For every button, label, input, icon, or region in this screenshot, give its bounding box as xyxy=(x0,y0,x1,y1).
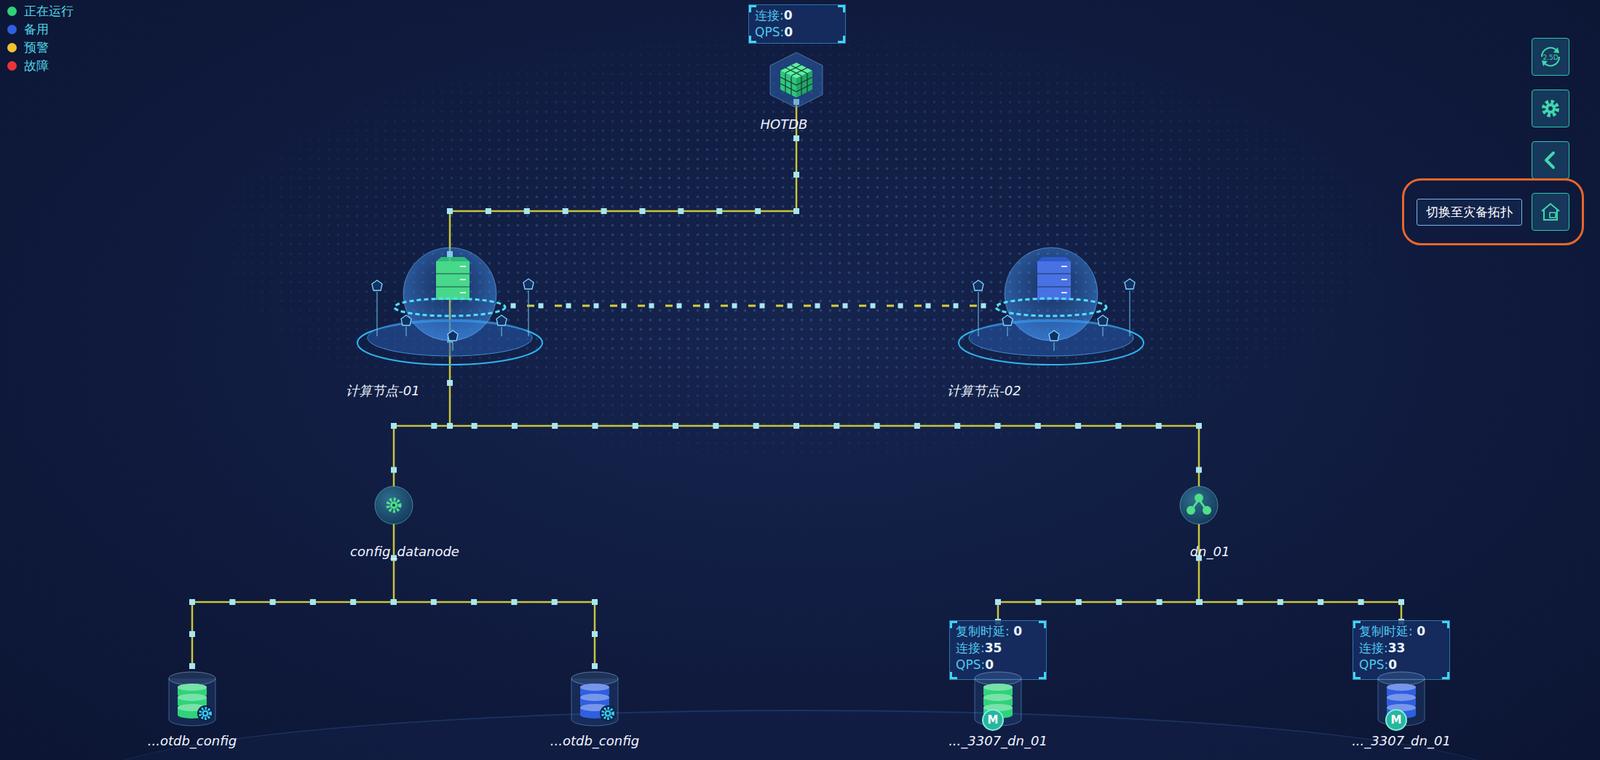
compute-node-label: 计算节点-01 xyxy=(345,382,420,400)
config-gear-icon[interactable] xyxy=(373,484,415,526)
datanode-share-icon[interactable] xyxy=(1178,484,1220,526)
legend-dot xyxy=(7,42,17,53)
database-node[interactable] xyxy=(164,668,220,730)
member-stats: 复制时延: 0连接:33QPS:0 xyxy=(1352,620,1451,680)
database-label: ...otdb_config xyxy=(550,733,640,749)
legend-dot xyxy=(7,24,17,35)
legend-dot xyxy=(7,61,17,71)
switch-topology-button[interactable]: 切换至灾备拓扑 xyxy=(1416,198,1523,226)
legend-item: 正在运行 xyxy=(7,2,74,20)
database-node[interactable]: M xyxy=(970,668,1026,730)
database-node[interactable]: M xyxy=(1373,668,1429,730)
database-icon xyxy=(164,668,220,730)
legend-item: 预警 xyxy=(7,39,74,57)
compute-node-label: 计算节点-02 xyxy=(947,382,1021,400)
chevron-left-icon xyxy=(1539,149,1562,172)
database-label: ...otdb_config xyxy=(147,733,237,749)
compute-node-icon[interactable] xyxy=(956,243,1146,367)
database-label: ..._3307_dn_01 xyxy=(1351,733,1451,749)
topology-screen: 正在运行 备用 预警 故障 连接:0QPS:0 HOTDB 计算节点-01 计算… xyxy=(0,0,1600,760)
refresh-view-icon: 2.5D xyxy=(1538,44,1563,70)
tool-button[interactable] xyxy=(1531,89,1570,128)
group-label: config_datanode xyxy=(350,543,460,560)
tool-button[interactable] xyxy=(1531,192,1570,231)
legend-item: 故障 xyxy=(7,57,74,75)
toolbar: 2.5D 切换至灾备拓扑 xyxy=(1416,37,1570,231)
group-label: dn_01 xyxy=(1190,543,1231,560)
switch-topology-row: 切换至灾备拓扑 xyxy=(1416,192,1570,231)
gear-icon xyxy=(1539,97,1562,120)
database-node[interactable] xyxy=(567,668,623,730)
hotdb-cube-icon[interactable] xyxy=(767,50,826,110)
tool-button[interactable] xyxy=(1531,141,1570,180)
tool-button[interactable]: 2.5D xyxy=(1531,37,1570,76)
database-icon xyxy=(567,668,623,730)
floor-platform xyxy=(87,709,1515,760)
master-badge: M xyxy=(981,709,1004,731)
master-badge: M xyxy=(1385,709,1408,731)
svg-text:2.5D: 2.5D xyxy=(1542,53,1558,62)
member-stats: 复制时延: 0连接:35QPS:0 xyxy=(949,620,1047,680)
home-switch-icon xyxy=(1539,200,1562,223)
legend-item: 备用 xyxy=(7,21,74,38)
compute-node-icon[interactable] xyxy=(355,243,545,367)
status-legend: 正在运行 备用 预警 故障 xyxy=(7,2,74,75)
database-label: ..._3307_dn_01 xyxy=(948,733,1048,749)
hotdb-label: HOTDB xyxy=(760,116,809,132)
legend-dot xyxy=(7,6,17,17)
hotdb-stats: 连接:0QPS:0 xyxy=(748,4,846,44)
